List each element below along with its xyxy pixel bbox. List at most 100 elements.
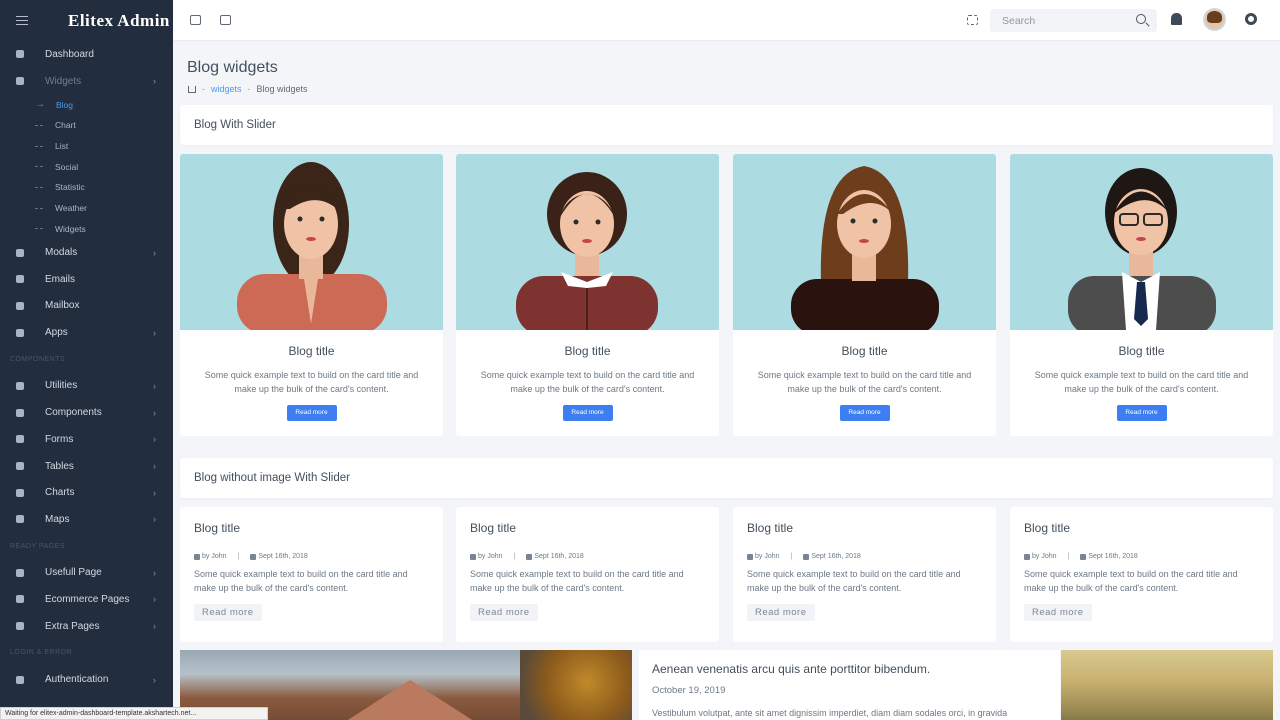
read-more-button[interactable]: Read more — [194, 604, 262, 621]
sidebar-subitem-weather[interactable]: Weather — [0, 198, 173, 219]
blog-card-text-only: Blog title by John | Sept 16th, 2018 Som… — [180, 507, 443, 642]
blog-card-text: Some quick example text to build on the … — [480, 370, 695, 394]
sidebar-section-components: COMPONENTS — [10, 355, 66, 363]
read-more-button[interactable]: Read more — [562, 405, 613, 421]
sidebar-item-label: Maps — [45, 513, 70, 525]
mailbox-icon — [16, 301, 24, 310]
chevron-right-icon: › — [153, 380, 156, 391]
sidebar: Elitex Admin Dashboard Widgets › → Blog … — [0, 0, 173, 720]
sidebar-item-widgets[interactable]: Widgets › — [0, 68, 173, 95]
breadcrumb-link[interactable]: widgets — [211, 84, 242, 94]
chevron-right-icon: › — [153, 567, 156, 578]
article-photo-landscape — [1061, 650, 1273, 720]
bell-icon[interactable] — [1171, 13, 1182, 25]
widgets-icon — [16, 77, 24, 86]
sidebar-subitem-chart[interactable]: Chart — [0, 115, 173, 136]
sidebar-item-mailbox[interactable]: Mailbox — [0, 293, 173, 320]
article-title[interactable]: Aenean venenatis arcu quis ante porttito… — [652, 662, 1060, 676]
utilities-icon — [16, 381, 24, 390]
calendar-icon — [526, 553, 533, 560]
sidebar-brand: Elitex Admin — [0, 0, 173, 41]
sidebar-item-extra-pages[interactable]: Extra Pages › — [0, 613, 173, 640]
modals-icon — [16, 248, 24, 257]
read-more-button[interactable]: Read more — [1116, 405, 1167, 421]
sidebar-item-modals[interactable]: Modals › — [0, 239, 173, 266]
sidebar-subitem-list[interactable]: List — [0, 136, 173, 157]
blog-card-author: by John — [755, 553, 780, 560]
blog-card-date: Sept 16th, 2018 — [1088, 553, 1138, 560]
blog-card-meta: by John | Sept 16th, 2018 — [194, 553, 443, 560]
meta-separator: | — [790, 553, 793, 560]
sidebar-item-authentication[interactable]: Authentication › — [0, 666, 173, 693]
double-chevron-icon — [16, 568, 24, 577]
sidebar-item-usefull-page[interactable]: Usefull Page › — [0, 559, 173, 586]
sidebar-subitem-blog[interactable]: → Blog — [0, 94, 173, 115]
meta-separator: | — [1067, 553, 1070, 560]
sidebar-item-maps[interactable]: Maps › — [0, 506, 173, 533]
blog-card-image — [733, 154, 996, 330]
sidebar-subitem-label: Weather — [55, 203, 87, 214]
mail-icon[interactable] — [220, 15, 231, 25]
browser-status-bar: Waiting for elitex-admin-dashboard-templ… — [0, 707, 268, 720]
sidebar-subitem-social[interactable]: Social — [0, 156, 173, 177]
sidebar-item-tables[interactable]: Tables › — [0, 453, 173, 480]
lock-icon — [16, 595, 24, 604]
sidebar-item-charts[interactable]: Charts › — [0, 479, 173, 506]
brand-logo[interactable]: Elitex Admin — [68, 11, 170, 31]
chevron-right-icon: › — [153, 514, 156, 525]
sidebar-item-dashboard[interactable]: Dashboard — [0, 41, 173, 68]
blog-card: Blog title Some quick example text to bu… — [180, 154, 443, 436]
sidebar-subitem-statistic[interactable]: Statistic — [0, 177, 173, 198]
dash-icon — [35, 228, 43, 230]
mouse-cursor — [967, 486, 973, 499]
read-more-button[interactable]: Read more — [839, 405, 890, 421]
dash-icon — [35, 166, 43, 168]
sidebar-item-label: Mailbox — [45, 300, 80, 312]
blog-card-title: Blog title — [470, 521, 517, 535]
sidebar-item-components[interactable]: Components › — [0, 399, 173, 426]
user-icon — [470, 553, 476, 560]
breadcrumb-current: Blog widgets — [256, 84, 308, 94]
read-more-button[interactable]: Read more — [747, 604, 815, 621]
copy-icon[interactable] — [190, 15, 201, 25]
blog-card-date: Sept 16th, 2018 — [258, 553, 308, 560]
read-more-button[interactable]: Read more — [1024, 604, 1092, 621]
user-icon — [1024, 553, 1030, 560]
blog-card-text-only: Blog title by John | Sept 16th, 2018 Som… — [1010, 507, 1273, 642]
gear-icon[interactable] — [1245, 13, 1257, 25]
dash-icon — [35, 145, 43, 147]
menu-icon[interactable] — [16, 16, 28, 25]
meta-separator: | — [237, 553, 240, 560]
sidebar-item-label: Emails — [45, 273, 76, 285]
blog-card-text: Some quick example text to build on the … — [470, 569, 684, 593]
sidebar-item-utilities[interactable]: Utilities › — [0, 373, 173, 400]
blog-card-title: Blog title — [841, 344, 888, 358]
blog-card-text: Some quick example text to build on the … — [204, 370, 419, 394]
sidebar-item-forms[interactable]: Forms › — [0, 426, 173, 453]
components-icon — [16, 408, 24, 417]
blog-card: Blog title Some quick example text to bu… — [733, 154, 996, 436]
search-placeholder: Search — [1002, 14, 1036, 27]
search-icon[interactable] — [1136, 14, 1146, 24]
article-card: Aenean venenatis arcu quis ante porttito… — [639, 650, 1060, 720]
home-icon[interactable] — [188, 85, 196, 93]
fullscreen-icon[interactable] — [967, 15, 978, 25]
sidebar-item-apps[interactable]: Apps › — [0, 319, 173, 346]
chevron-right-icon: › — [153, 407, 156, 418]
blog-card-author: by John — [478, 553, 503, 560]
blog-card-date: Sept 16th, 2018 — [534, 553, 584, 560]
read-more-button[interactable]: Read more — [470, 604, 538, 621]
tables-icon — [16, 462, 24, 471]
search-input[interactable]: Search — [990, 9, 1157, 32]
blog-card-image — [1010, 154, 1273, 330]
section-header-blog-with-slider: Blog With Slider — [180, 105, 1273, 145]
sidebar-item-emails[interactable]: Emails — [0, 266, 173, 293]
topbar: Search — [173, 0, 1280, 41]
blog-card-title: Blog title — [288, 344, 335, 358]
avatar[interactable] — [1203, 8, 1226, 31]
sidebar-subitem-widgets[interactable]: Widgets — [0, 219, 173, 240]
read-more-button[interactable]: Read more — [286, 405, 337, 421]
sidebar-item-ecommerce-pages[interactable]: Ecommerce Pages › — [0, 586, 173, 613]
apps-icon — [16, 328, 24, 337]
user-icon — [747, 553, 753, 560]
